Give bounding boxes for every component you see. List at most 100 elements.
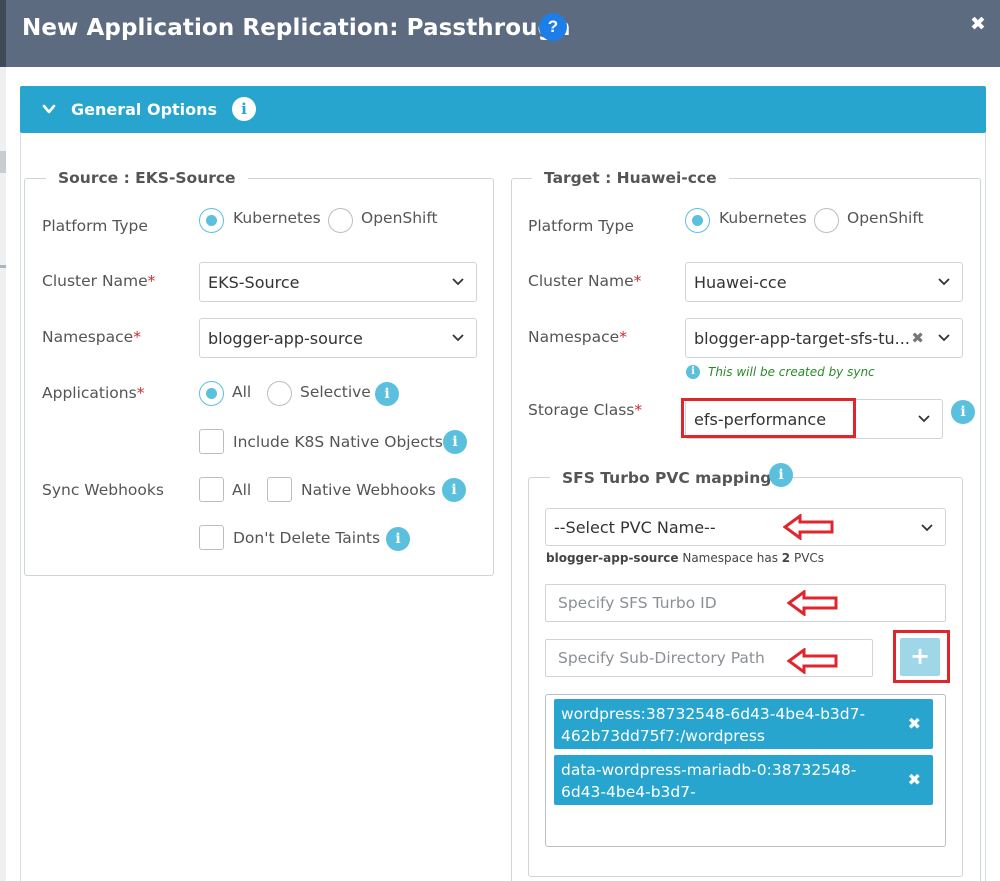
target-platform-openshift-radio[interactable]: [814, 208, 839, 233]
source-namespace-select[interactable]: blogger-app-source: [199, 318, 477, 358]
sfs-turbo-id-input[interactable]: [546, 585, 945, 621]
pvc-name-select[interactable]: --Select PVC Name--: [545, 508, 946, 546]
native-webhooks-label: Native Webhooks: [301, 481, 436, 499]
source-cluster-select[interactable]: EKS-Source: [199, 262, 477, 302]
pvc-mapping-tag-text: wordpress:38732548-6d43-4be4-b3d7-462b73…: [561, 705, 866, 745]
sync-webhooks-label: Sync Webhooks: [42, 481, 164, 499]
required-marker: *: [133, 328, 141, 346]
general-options-label: General Options: [71, 100, 218, 119]
native-webhooks-checkbox[interactable]: [267, 477, 292, 502]
dont-delete-taints-checkbox[interactable]: [199, 525, 224, 550]
include-native-objects-label: Include K8S Native Objects: [233, 433, 443, 451]
remove-tag-icon[interactable]: ✖: [908, 713, 921, 735]
source-namespace-label-text: Namespace: [42, 328, 134, 346]
chevron-down-icon: [938, 334, 950, 342]
info-icon[interactable]: i: [443, 430, 467, 454]
background-edge: [0, 67, 6, 881]
chevron-down-icon: [452, 334, 464, 342]
required-marker: *: [634, 401, 643, 419]
applications-all-radio[interactable]: [199, 381, 224, 406]
namespace-info-text: Namespace has: [678, 551, 782, 565]
applications-selective-label: Selective: [300, 383, 371, 401]
source-platform-openshift-label: OpenShift: [361, 209, 438, 227]
chevron-down-icon: [921, 524, 933, 532]
chevron-down-icon: [918, 415, 930, 423]
storage-class-label-text: Storage Class: [528, 401, 635, 419]
pvc-name-placeholder: --Select PVC Name--: [554, 518, 716, 537]
source-platform-kubernetes-radio[interactable]: [199, 208, 224, 233]
chevron-down-icon: [938, 278, 950, 286]
source-applications-label: Applications*: [42, 384, 144, 402]
annotation-arrow-icon: [787, 590, 838, 616]
required-marker: *: [633, 272, 642, 290]
sfs-turbo-id-field[interactable]: [545, 584, 946, 622]
target-platform-openshift-label: OpenShift: [847, 209, 924, 227]
target-platform-label: Platform Type: [528, 217, 634, 235]
target-namespace-label-text: Namespace: [528, 328, 620, 346]
info-icon[interactable]: i: [442, 478, 466, 502]
storage-class-label: Storage Class*: [528, 401, 642, 419]
info-icon[interactable]: i: [232, 97, 256, 121]
target-legend: Target : Huawei-cce: [532, 169, 729, 187]
remove-tag-icon[interactable]: ✖: [908, 769, 921, 791]
webhooks-all-checkbox[interactable]: [199, 477, 224, 502]
chevron-down-icon: [452, 278, 464, 286]
pvc-mapping-tag: wordpress:38732548-6d43-4be4-b3d7-462b73…: [554, 699, 933, 749]
info-icon[interactable]: i: [769, 463, 793, 487]
pvc-mapping-legend-text: SFS Turbo PVC mapping: [562, 469, 772, 487]
annotation-arrow-icon: [787, 648, 838, 674]
info-icon[interactable]: i: [375, 382, 399, 406]
source-applications-label-text: Applications: [42, 384, 137, 402]
applications-all-label: All: [232, 383, 252, 401]
source-cluster-label: Cluster Name*: [42, 272, 155, 290]
dont-delete-taints-label: Don't Delete Taints: [233, 529, 381, 547]
pvc-mapping-tag-text: data-wordpress-mariadb-0:38732548-6d43-4…: [561, 761, 857, 823]
target-namespace-select[interactable]: blogger-app-target-sfs-tu... ✖: [685, 318, 963, 358]
applications-selective-radio[interactable]: [267, 381, 292, 406]
namespace-name: blogger-app-source: [546, 551, 679, 565]
source-platform-openshift-radio[interactable]: [328, 208, 353, 233]
annotation-highlight-box: [681, 398, 856, 438]
required-marker: *: [147, 272, 156, 290]
source-platform-kubernetes-label: Kubernetes: [233, 209, 321, 227]
info-icon[interactable]: i: [951, 400, 975, 424]
annotation-highlight-box: [893, 630, 950, 683]
include-native-objects-checkbox[interactable]: [199, 429, 224, 454]
clear-icon[interactable]: ✖: [911, 329, 924, 347]
target-platform-kubernetes-label: Kubernetes: [719, 209, 807, 227]
info-icon[interactable]: i: [386, 527, 410, 551]
source-cluster-label-text: Cluster Name: [42, 272, 148, 290]
required-marker: *: [136, 384, 145, 402]
pvc-count: 2: [781, 551, 791, 565]
chevron-down-icon: [42, 104, 56, 114]
required-marker: *: [619, 328, 627, 346]
info-icon: i: [686, 365, 700, 379]
target-cluster-label-text: Cluster Name: [528, 272, 634, 290]
target-platform-kubernetes-radio[interactable]: [685, 208, 710, 233]
target-namespace-value: blogger-app-target-sfs-tu...: [694, 329, 910, 348]
target-namespace-label: Namespace*: [528, 328, 627, 346]
namespace-hint: This will be created by sync: [708, 365, 875, 379]
background-mark: [0, 151, 6, 173]
namespace-info-suffix: PVCs: [790, 551, 825, 565]
close-icon[interactable]: ✖: [968, 13, 988, 35]
background-mark: [0, 265, 6, 268]
target-cluster-select[interactable]: Huawei-cce: [685, 262, 963, 302]
source-cluster-value: EKS-Source: [208, 273, 300, 292]
source-platform-label: Platform Type: [42, 217, 148, 235]
pvc-mapping-list: wordpress:38732548-6d43-4be4-b3d7-462b73…: [545, 694, 946, 847]
dialog-header: New Application Replication: Passthrough…: [0, 0, 1000, 67]
annotation-arrow-icon: [783, 514, 834, 540]
pvc-mapping-tag: data-wordpress-mariadb-0:38732548-6d43-4…: [554, 755, 933, 823]
source-namespace-value: blogger-app-source: [208, 329, 363, 348]
general-options-toggle[interactable]: General Options i: [20, 86, 986, 133]
pvc-mapping-legend: SFS Turbo PVC mapping*: [550, 469, 792, 487]
webhooks-all-label: All: [232, 481, 252, 499]
help-icon[interactable]: ?: [539, 13, 567, 41]
dialog-title: New Application Replication: Passthrough: [22, 15, 571, 41]
source-namespace-label: Namespace*: [42, 328, 141, 346]
target-cluster-value: Huawei-cce: [694, 273, 787, 292]
target-cluster-label: Cluster Name*: [528, 272, 641, 290]
background-strip: [0, 0, 6, 67]
namespace-pvc-count: blogger-app-source Namespace has 2 PVCs: [546, 551, 824, 565]
